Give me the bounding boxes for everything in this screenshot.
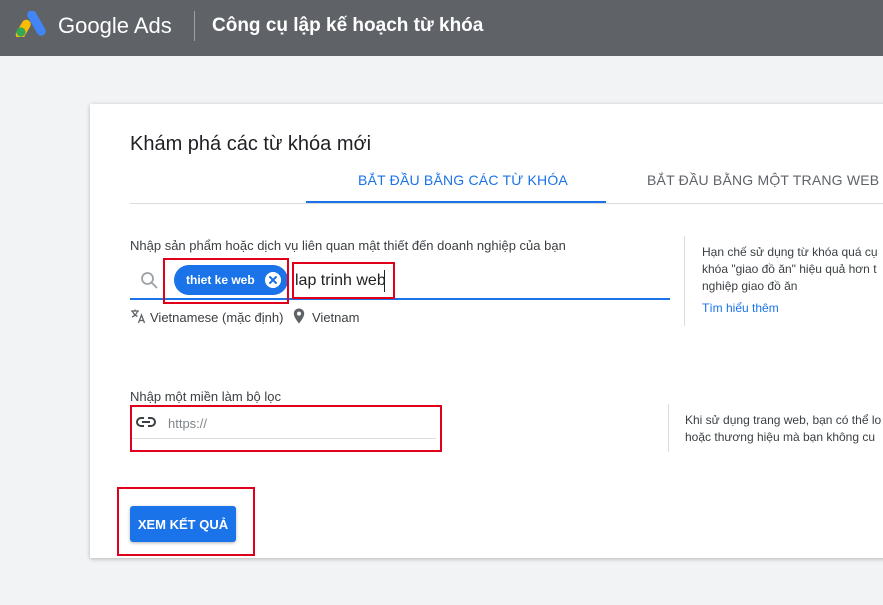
hint-line: Khi sử dụng trang web, bạn có thể lo: [685, 413, 882, 427]
hint-divider-filter: [668, 404, 669, 452]
keywords-hint: Hạn chế sử dụng từ khóa quá cụ khóa "gia…: [702, 244, 878, 295]
text-cursor: [384, 270, 385, 292]
search-icon: [141, 272, 158, 289]
brand-name: Google Ads: [58, 13, 172, 38]
keywords-label: Nhập sản phẩm hoặc dịch vụ liên quan mật…: [130, 238, 566, 253]
hint-line: Hạn chế sử dụng từ khóa quá cụ: [702, 245, 878, 259]
discover-keywords-card: Khám phá các từ khóa mới BẮT ĐẦU BẰNG CÁ…: [90, 104, 883, 558]
google-ads-logo-icon[interactable]: [15, 11, 47, 37]
location-pin-icon: [293, 308, 305, 324]
tab-start-with-website[interactable]: BẮT ĐẦU BẰNG MỘT TRANG WEB: [647, 172, 879, 188]
get-results-button[interactable]: XEM KẾT QUẢ: [130, 506, 236, 542]
tab-start-with-keywords[interactable]: BẮT ĐẦU BẰNG CÁC TỪ KHÓA: [358, 172, 568, 188]
top-bar: Google Ads Công cụ lập kế hoạch từ khóa: [0, 0, 883, 56]
keyword-input[interactable]: [295, 269, 390, 293]
keyword-input-underline: [130, 298, 670, 300]
language-selector[interactable]: Vietnamese (mặc định): [150, 310, 283, 325]
translate-icon: [131, 309, 146, 324]
header-divider: [194, 11, 195, 41]
location-selector[interactable]: Vietnam: [312, 310, 359, 325]
learn-more-link[interactable]: Tìm hiểu thêm: [702, 301, 779, 315]
keyword-chip-label: thiet ke web: [186, 273, 255, 287]
remove-chip-icon[interactable]: [265, 272, 281, 288]
hint-line: hoặc thương hiệu mà bạn không cu: [685, 430, 876, 444]
filter-hint: Khi sử dụng trang web, bạn có thể lo hoặ…: [685, 412, 881, 446]
filter-label: Nhập một miền làm bộ lọc: [130, 389, 282, 404]
page-title: Công cụ lập kế hoạch từ khóa: [212, 15, 484, 36]
domain-filter-input[interactable]: [168, 413, 428, 433]
domain-input-underline: [130, 438, 436, 439]
hint-line: nghiệp giao đồ ăn: [702, 279, 798, 293]
card-title: Khám phá các từ khóa mới: [130, 133, 372, 155]
tab-divider: [130, 203, 883, 204]
hint-line: khóa "giao đồ ăn" hiệu quả hơn t: [702, 262, 877, 276]
link-icon: [136, 417, 156, 427]
keyword-chip: thiet ke web: [174, 265, 288, 295]
hint-divider-keywords: [684, 236, 685, 326]
